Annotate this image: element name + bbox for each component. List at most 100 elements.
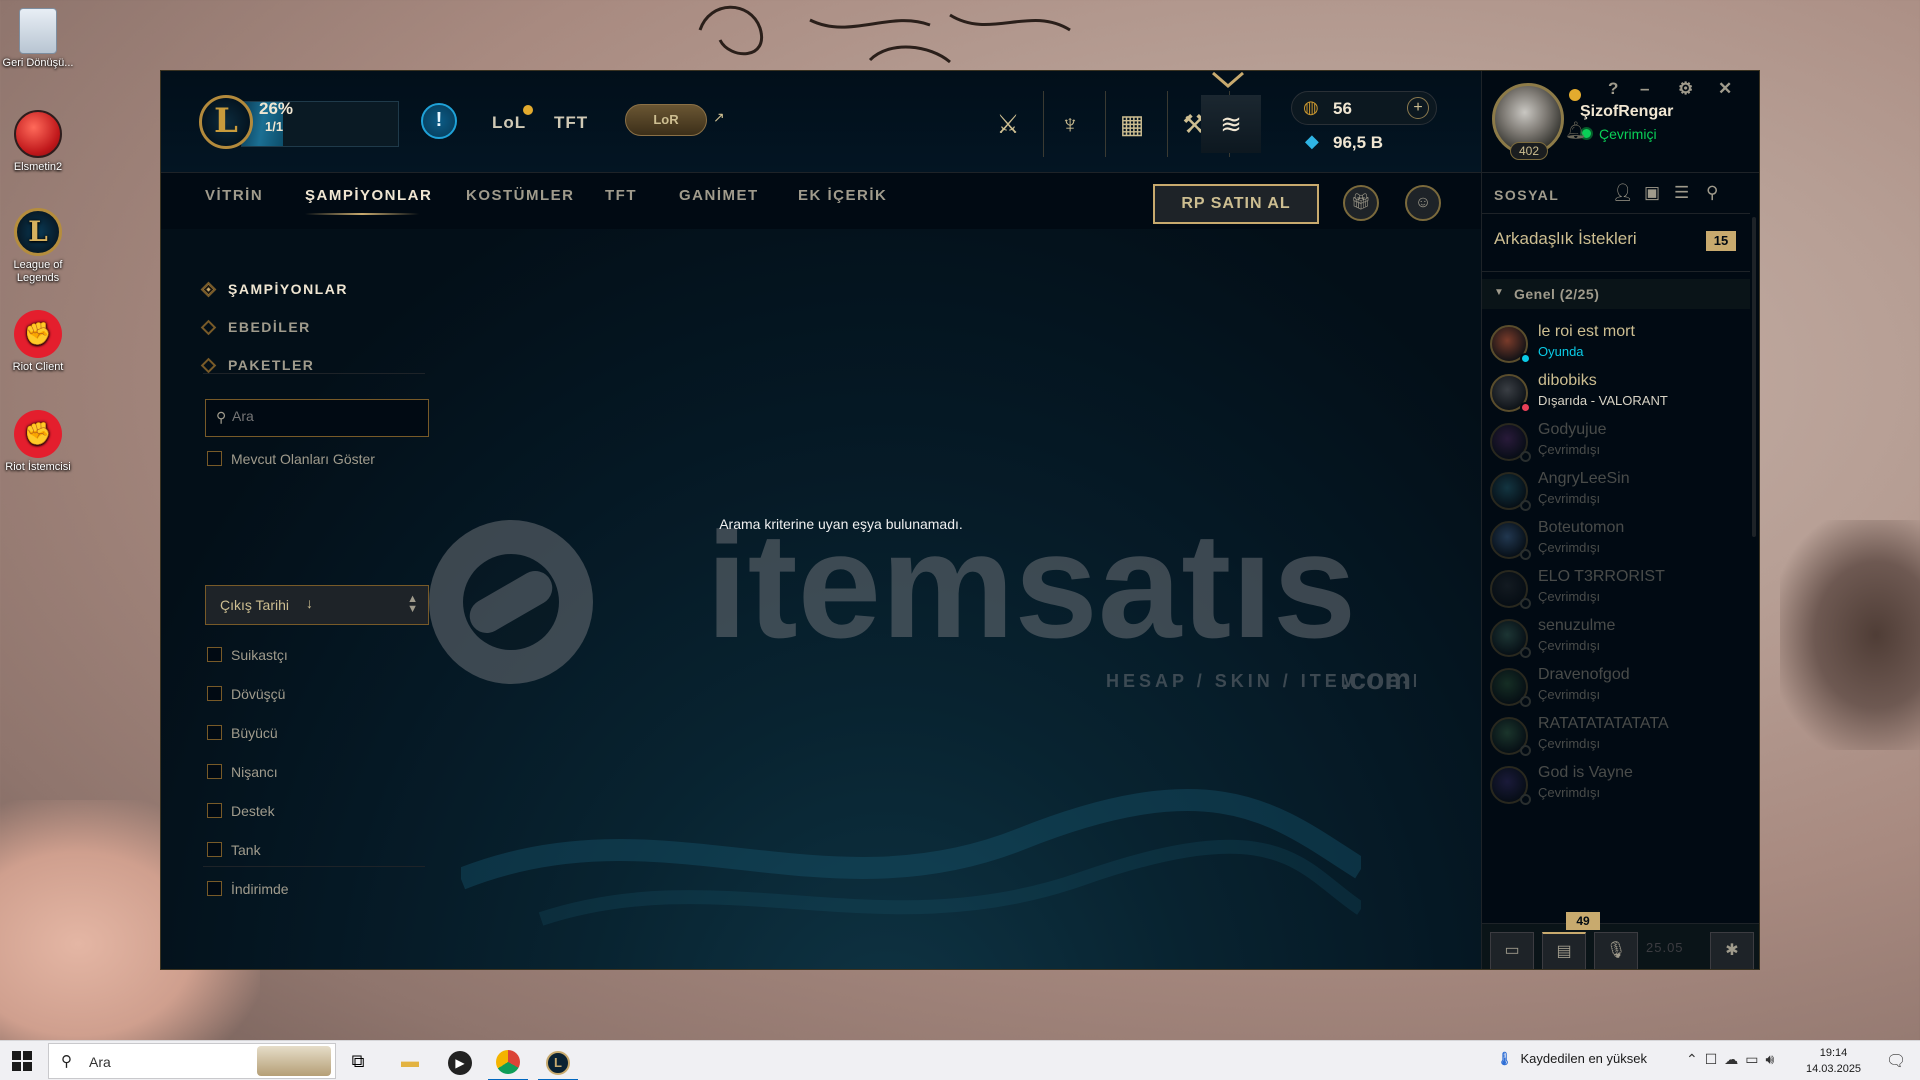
- task-view-icon[interactable]: ⧉: [344, 1047, 372, 1075]
- play-icon: ▶: [448, 1051, 472, 1075]
- status-text[interactable]: Çevrimiçi: [1599, 126, 1657, 142]
- windows-start-icon[interactable]: [12, 1051, 32, 1071]
- tray-status[interactable]: 🌡︎ Kaydedilen en yüksek: [1496, 1051, 1647, 1067]
- file-explorer-icon[interactable]: ▬: [396, 1047, 424, 1075]
- tray-status-text: Kaydedilen en yüksek: [1520, 1051, 1647, 1066]
- system-tray-icons[interactable]: ⌃☐☁▭🔊︎: [1686, 1051, 1781, 1068]
- league-of-legends-icon: L: [14, 208, 62, 256]
- scrollbar[interactable]: [1752, 217, 1756, 537]
- show-owned-label[interactable]: Mevcut Olanları Göster: [231, 451, 375, 467]
- add-rp-button[interactable]: +: [1407, 97, 1429, 119]
- social-footer: ▭ ▤ 49 🎙︎ 25.05 ✱: [1482, 912, 1759, 969]
- desktop-icon-elsmetin2[interactable]: Elsmetin2: [0, 110, 76, 174]
- show-owned-checkbox[interactable]: [207, 451, 222, 466]
- missions-icon[interactable]: ♆: [1043, 95, 1097, 153]
- voice-icon[interactable]: 🎙︎: [1594, 932, 1638, 969]
- friend-status: Çevrimdışı: [1538, 736, 1601, 751]
- close-button[interactable]: ✕: [1718, 79, 1732, 99]
- role-checkbox[interactable]: [207, 725, 222, 740]
- settings-button[interactable]: ⚙: [1678, 79, 1693, 99]
- summoner-name[interactable]: ŞizofRengar: [1580, 103, 1673, 121]
- friend-requests[interactable]: Arkadaşlık İstekleri: [1494, 229, 1637, 249]
- role-checkbox[interactable]: [207, 647, 222, 662]
- tab-kostumler[interactable]: KOSTÜMLER: [466, 187, 575, 204]
- add-folder-icon[interactable]: ▣: [1644, 183, 1660, 203]
- sort-label: Çıkış Tarihi: [220, 597, 289, 613]
- chrome-logo: [496, 1050, 520, 1075]
- role-label[interactable]: Tank: [231, 842, 261, 858]
- background-wave: [461, 789, 1361, 926]
- collection-icon[interactable]: ▦: [1105, 95, 1159, 153]
- desktop-icon-riot-client[interactable]: ✊ Riot Client: [0, 310, 76, 374]
- role-label[interactable]: Büyücü: [231, 725, 278, 741]
- search-icon[interactable]: ⚲: [1706, 183, 1718, 203]
- friend-row[interactable]: God is Vayne Çevrimdışı: [1482, 754, 1750, 814]
- active-tab-underline: [305, 213, 419, 215]
- on-sale-checkbox[interactable]: [207, 881, 222, 896]
- social-panel: SOSYAL 👤︎ ▣ ☰ ⚲ Arkadaşlık İstekleri 15 …: [1481, 173, 1759, 969]
- blue-essence-icon: ◆: [1305, 131, 1319, 151]
- tab-tft[interactable]: TFT: [554, 113, 588, 133]
- friend-name: ELO T3RRORIST: [1538, 568, 1665, 585]
- sort-direction-icon[interactable]: ↓: [306, 595, 313, 611]
- friend-name: senuzulme: [1538, 617, 1616, 634]
- on-sale-label[interactable]: İndirimde: [231, 881, 289, 897]
- media-player-icon[interactable]: ▶: [446, 1047, 474, 1075]
- chat-icon[interactable]: ▭: [1490, 932, 1534, 969]
- tab-lol[interactable]: LoL: [492, 113, 526, 133]
- list-icon[interactable]: ☰: [1674, 183, 1689, 203]
- friend-status: Çevrimdışı: [1538, 589, 1601, 604]
- role-checkbox[interactable]: [207, 842, 222, 857]
- background-sketch: [698, 5, 1071, 64]
- category-paketler[interactable]: PAKETLER: [200, 357, 314, 377]
- role-checkbox[interactable]: [207, 764, 222, 779]
- add-friend-icon[interactable]: 👤︎: [1612, 183, 1634, 203]
- notification-center-icon[interactable]: 🗨︎: [1886, 1051, 1906, 1071]
- friend-status: Çevrimdışı: [1538, 687, 1601, 702]
- buy-rp-button[interactable]: RP SATIN AL: [1153, 184, 1319, 224]
- role-label[interactable]: Dövüşçü: [231, 686, 285, 702]
- store-icon[interactable]: ≋: [1201, 95, 1261, 153]
- friend-name: Dravenofgod: [1538, 666, 1630, 683]
- tab-sampiyonlar[interactable]: ŞAMPİYONLAR: [305, 187, 432, 204]
- account-icon[interactable]: ☺: [1405, 185, 1441, 221]
- bug-report-icon[interactable]: ✱: [1710, 932, 1754, 969]
- champions-icon[interactable]: ⚔: [981, 95, 1035, 153]
- help-button[interactable]: ?: [1608, 79, 1618, 99]
- role-label[interactable]: Suikastçı: [231, 647, 288, 663]
- tab-tft-store[interactable]: TFT: [605, 187, 637, 204]
- clock[interactable]: 19:14 14.03.2025: [1806, 1045, 1861, 1077]
- store-search[interactable]: ⚲: [205, 399, 429, 437]
- gift-icon[interactable]: 🎁︎: [1343, 185, 1379, 221]
- desktop-icon-riot-istemcisi[interactable]: ✊ Riot İstemcisi: [0, 410, 76, 474]
- desktop-icon-recycle-bin[interactable]: Geri Dönüşü...: [0, 8, 76, 70]
- friend-status: Oyunda: [1538, 344, 1584, 359]
- category-sampiyonlar[interactable]: ŞAMPİYONLAR: [200, 281, 348, 301]
- tab-vitrin[interactable]: VİTRİN: [205, 187, 263, 204]
- sort-dropdown[interactable]: Çıkış Tarihi ↓ ▲ ▼: [205, 585, 429, 625]
- league-taskbar-icon[interactable]: L: [538, 1047, 578, 1080]
- tab-ganimet[interactable]: GANİMET: [679, 187, 759, 204]
- alert-icon[interactable]: !: [421, 103, 457, 139]
- search-input[interactable]: [232, 408, 422, 424]
- desktop-icon-league-of-legends[interactable]: L League of Legends: [0, 208, 76, 285]
- play-button[interactable]: L 26% 1/1: [199, 95, 399, 149]
- category-ebediler[interactable]: EBEDİLER: [200, 319, 311, 339]
- desktop-icon-label: Elsmetin2: [13, 161, 63, 173]
- clock-date: 14.03.2025: [1806, 1063, 1862, 1075]
- tab-ek-icerik[interactable]: EK İÇERİK: [798, 187, 887, 204]
- clash-icon[interactable]: ▤: [1542, 932, 1586, 969]
- tab-lor[interactable]: LoR: [625, 104, 707, 136]
- bell-icon[interactable]: 🔔︎: [1565, 121, 1587, 141]
- desktop-icon-label: Riot İstemcisi: [5, 461, 71, 473]
- role-label[interactable]: Nişancı: [231, 764, 278, 780]
- chrome-icon[interactable]: [488, 1047, 528, 1080]
- role-checkbox[interactable]: [207, 686, 222, 701]
- taskbar-search[interactable]: ⚲ Ara: [48, 1043, 336, 1079]
- minimize-button[interactable]: –: [1640, 79, 1649, 99]
- friend-name: dibobiks: [1538, 372, 1597, 389]
- diamond-icon: [200, 357, 217, 374]
- role-label[interactable]: Destek: [231, 803, 275, 819]
- friend-group-header[interactable]: ▼ Genel (2/25): [1482, 279, 1750, 309]
- role-checkbox[interactable]: [207, 803, 222, 818]
